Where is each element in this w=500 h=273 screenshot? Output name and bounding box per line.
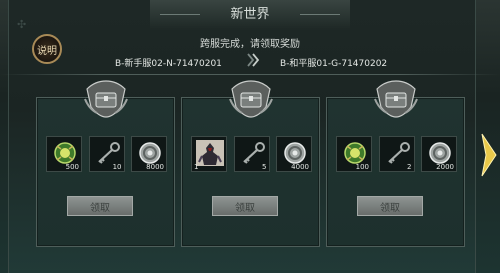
treasure-chest-emblem-icon <box>228 80 273 118</box>
source-server: B-新手服02-N-71470201 <box>115 59 222 69</box>
treasure-chest-emblem-icon <box>83 80 128 118</box>
reward-item[interactable]: 10 <box>88 136 125 172</box>
item-quantity: 5 <box>262 163 267 171</box>
reward-item[interactable]: 1 <box>191 136 227 172</box>
item-quantity: 100 <box>355 163 369 171</box>
item-quantity: 2000 <box>436 163 454 171</box>
dialog-title: 新世界 <box>150 0 350 30</box>
target-server: B-和平服01-G-71470202 <box>280 59 388 69</box>
claim-button[interactable]: 领取 <box>212 196 278 216</box>
reward-item[interactable]: 4000 <box>276 136 312 172</box>
reward-card: 1 5 4000 领取 <box>181 80 320 247</box>
reward-item[interactable]: 100 <box>336 136 372 172</box>
item-quantity: 10 <box>112 163 122 171</box>
next-page-arrow-icon[interactable] <box>476 130 500 180</box>
reward-item[interactable]: 2 <box>378 136 415 172</box>
item-quantity: 2 <box>407 163 412 171</box>
item-quantity: 4000 <box>291 163 309 171</box>
reward-item[interactable]: 5 <box>233 136 270 172</box>
corner-ornament-icon: ✣ <box>17 18 27 31</box>
reward-item[interactable]: 8000 <box>131 136 167 172</box>
reward-card: 500 10 8000 领取 <box>36 80 175 247</box>
reward-item[interactable]: 2000 <box>421 136 457 172</box>
treasure-chest-emblem-icon <box>373 80 418 118</box>
claim-button[interactable]: 领取 <box>357 196 423 216</box>
item-quantity: 1 <box>194 163 199 171</box>
reward-card: 100 2 2000 领取 <box>326 80 465 247</box>
item-quantity: 8000 <box>146 163 164 171</box>
double-chevron-right-icon <box>247 53 260 67</box>
armored-warrior-icon <box>196 140 224 166</box>
item-quantity: 500 <box>65 163 79 171</box>
claim-button[interactable]: 领取 <box>67 196 133 216</box>
reward-item[interactable]: 500 <box>46 136 82 172</box>
divider <box>0 74 500 75</box>
subtitle-message: 跨服完成，请领取奖励 <box>200 39 300 50</box>
